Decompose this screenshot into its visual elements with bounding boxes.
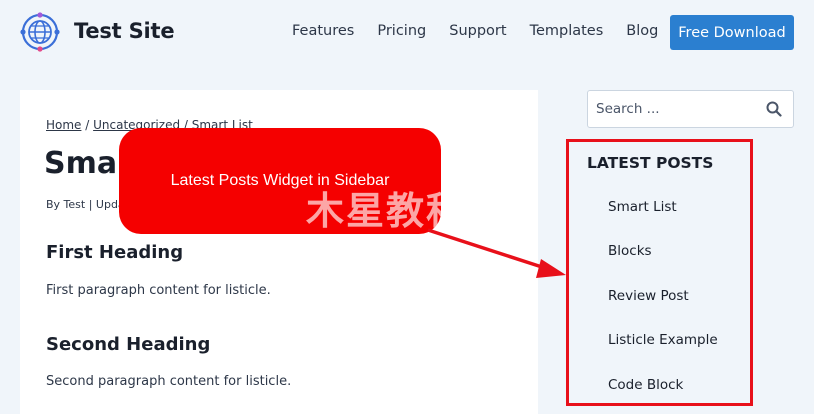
site-title[interactable]: Test Site [74,19,175,43]
breadcrumb-separator: / [81,118,94,132]
section-heading: Second Heading [46,334,211,355]
main-nav: Features Pricing Support Templates Blog [292,23,681,39]
section-paragraph: Second paragraph content for listicle. [46,374,292,389]
watermark: 木星教程网 [306,189,507,233]
globe-logo-icon[interactable] [20,12,60,52]
breadcrumb-home[interactable]: Home [46,118,81,132]
search-input[interactable] [588,91,748,127]
free-download-button[interactable]: Free Download [670,15,794,50]
section-paragraph: First paragraph content for listicle. [46,283,271,298]
section-heading: First Heading [46,242,184,263]
highlight-frame [566,139,753,406]
site-header: Test Site Features Pricing Support Templ… [0,0,814,66]
nav-blog[interactable]: Blog [626,23,658,39]
nav-pricing[interactable]: Pricing [377,23,426,39]
search-icon[interactable] [766,101,782,117]
nav-features[interactable]: Features [292,23,354,39]
nav-templates[interactable]: Templates [530,23,604,39]
nav-support[interactable]: Support [449,23,506,39]
search-box [587,90,794,128]
